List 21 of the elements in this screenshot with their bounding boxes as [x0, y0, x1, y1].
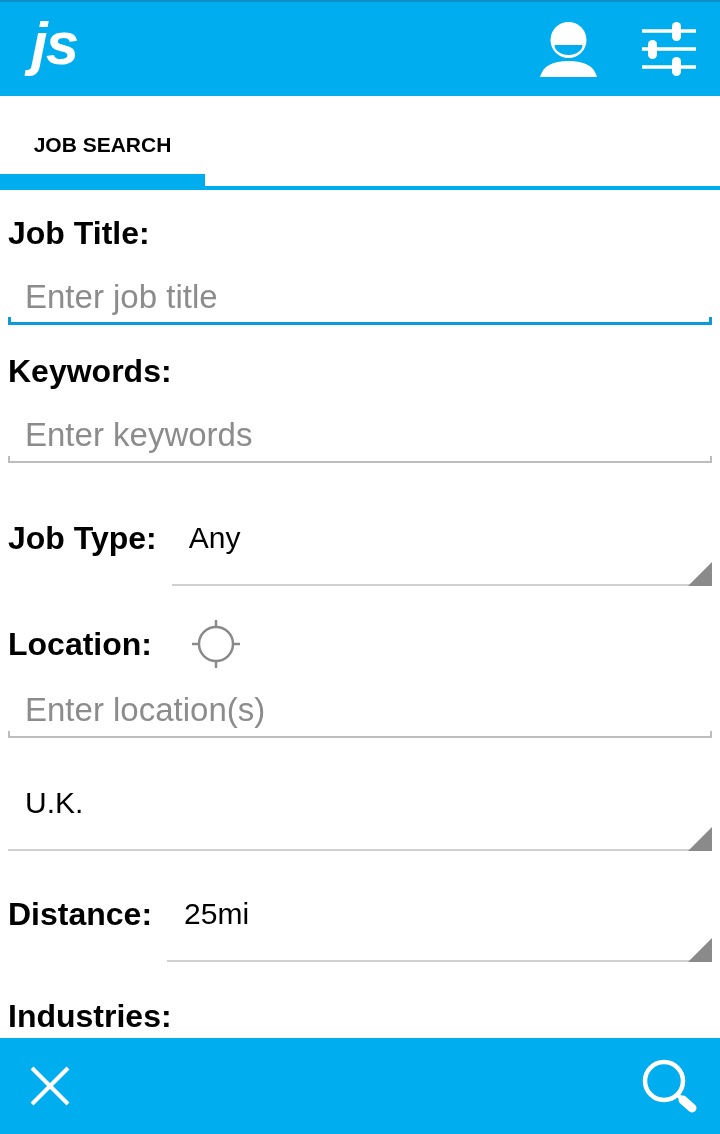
sliders-icon[interactable] — [640, 22, 698, 76]
field-label: Distance: — [8, 895, 153, 934]
field-label: Location: — [8, 625, 152, 664]
text-field[interactable]: Enter keywords — [8, 391, 712, 463]
field-label: Job Title: — [8, 214, 151, 253]
dropdown-corner-icon — [688, 827, 712, 851]
tab[interactable]: JOB SEARCH — [0, 96, 205, 186]
search-icon[interactable] — [640, 1058, 698, 1114]
field-label: Keywords: — [8, 352, 173, 391]
dropdown[interactable]: U.K. — [8, 783, 712, 851]
dropdown[interactable]: 25mi — [167, 894, 712, 962]
text-field[interactable]: Enter job title — [8, 253, 712, 325]
dropdown[interactable]: Any — [171, 518, 712, 586]
field-label: Industries: — [8, 997, 173, 1036]
dropdown-corner-icon — [688, 562, 712, 586]
field-label: Job Type: — [8, 519, 157, 558]
crosshair-icon[interactable] — [192, 620, 240, 668]
person-icon[interactable] — [540, 21, 597, 77]
text-field[interactable]: Enter location(s) — [8, 668, 712, 738]
close-icon[interactable] — [30, 1066, 70, 1106]
dropdown-corner-icon — [688, 938, 712, 962]
